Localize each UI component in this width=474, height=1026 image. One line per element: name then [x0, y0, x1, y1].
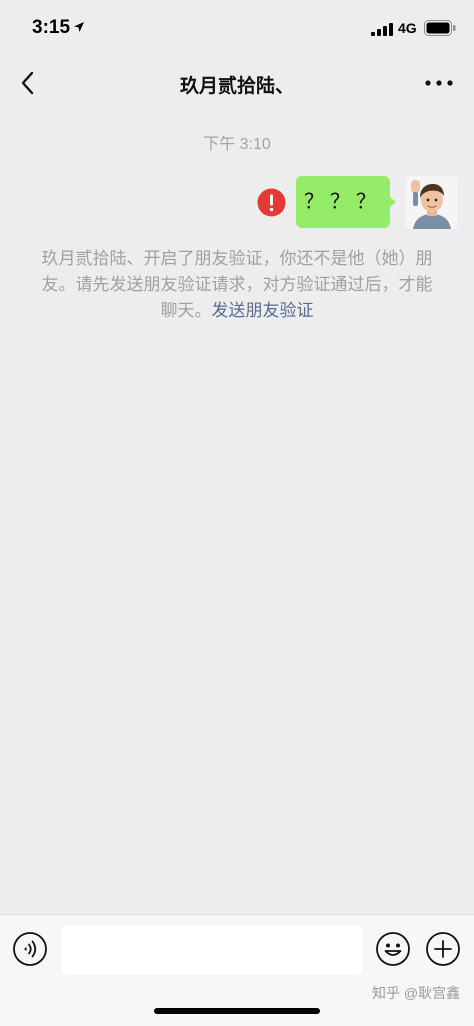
send-failed-icon[interactable]: [257, 188, 286, 217]
memoji-avatar-icon: [405, 176, 458, 229]
location-arrow-icon: [74, 22, 84, 32]
plus-icon[interactable]: [425, 931, 461, 967]
battery-icon: [424, 20, 456, 36]
watermark: 知乎 @耿宫鑫: [372, 985, 461, 1001]
message-bubble[interactable]: ？？？: [296, 176, 390, 228]
chat-title: 玖月贰拾陆、: [179, 76, 294, 97]
home-indicator: [154, 1008, 320, 1014]
send-verification-link[interactable]: 发送朋友验证: [212, 301, 314, 320]
ellipsis-icon[interactable]: [422, 68, 456, 98]
message-timestamp: 下午 3:10: [203, 136, 271, 153]
chevron-left-icon[interactable]: [14, 68, 44, 98]
nav-bar: 玖月贰拾陆、: [0, 56, 474, 112]
status-bar: 3:15 4G: [0, 0, 474, 56]
network-type: 4G: [398, 20, 417, 36]
message-input[interactable]: [61, 925, 363, 975]
system-notice: 玖月贰拾陆、开启了朋友验证，你还不是他（她）朋友。请先发送朋友验证请求，对方验证…: [38, 246, 436, 324]
signal-icon: [371, 23, 393, 36]
emoji-icon[interactable]: [375, 931, 411, 967]
status-time: 3:15: [32, 17, 71, 38]
avatar[interactable]: [405, 176, 458, 229]
voice-icon[interactable]: [12, 931, 48, 967]
bubble-tail: [389, 196, 396, 208]
